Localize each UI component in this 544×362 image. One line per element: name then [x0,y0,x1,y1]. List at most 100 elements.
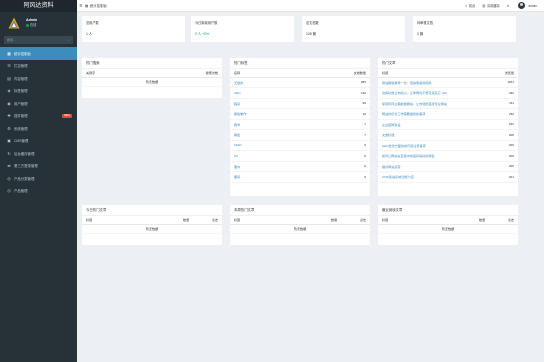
stat-value: 128 篇 [306,32,316,36]
table-row: 做好网站运营 205 [378,161,518,172]
tag-cell: 模板制作 [230,108,300,120]
sidebar-item[interactable]: ⇄ 第三方登录管理 [0,160,77,173]
table-row: 网站模板推荐一份，值得借鉴的使用 1181 [378,77,518,88]
tag-count: 128 [300,87,370,99]
logo-icon [8,17,20,29]
tag-link[interactable]: 程序 [234,102,240,106]
sidebar-search-input[interactable]: 搜索... [7,38,16,42]
sidebar-item[interactable]: ↻ 后台缓存管理 [0,147,77,160]
article-link[interactable]: 使用阿风达模板做网站，让你轻松搭建专业网站 [382,102,447,106]
article-link[interactable]: 网站的优化工作需要做到的事项 [382,112,425,116]
table-row: 如何让网站在百度中快速获得好的排名 205 [378,150,518,162]
article-views: 206 [491,140,518,151]
tag-count: 6 [300,140,370,151]
sidebar-item[interactable]: ✚ 插件管理 NEW [0,110,77,123]
article-views: 332 [491,87,518,99]
fullscreen-button[interactable]: ✕ [507,4,512,8]
table-row: 无敌的 289 [230,77,370,88]
search-icon[interactable]: ⌕ [68,38,70,42]
login-icon: ⇄ [7,163,11,169]
sidebar-item[interactable]: ◉ 用户管理 [0,97,77,110]
sidebar-item-label: 用户管理 [14,101,28,106]
dashboard-icon: ▦ [85,3,89,8]
article-link[interactable]: CMS建站系统功能介绍 [382,175,414,179]
tag-link[interactable]: 国内 [234,165,240,169]
table-row: SEO 128 [230,87,370,99]
sidebar-item-label: 内容管理 [14,76,28,81]
table-row: 文章标题 208 [378,129,518,141]
article-link[interactable]: 文章标题 [382,133,394,137]
article-views: 1181 [491,77,518,88]
sidebar-item-label: 产品分类管理 [14,176,35,181]
article-link[interactable]: 做好网站运营 [382,165,401,169]
article-link[interactable]: 企业官网建设 [382,123,401,127]
tag-count: 6 [300,171,370,183]
topbar-actions: ⌂ 前台 ▥ 清除缓存 ✕ admin [465,2,544,9]
article-link[interactable]: 如何让网站在百度中快速获得好的排名 [382,154,435,158]
empty-state: 暂无数据 [230,225,370,234]
brand-title[interactable]: 阿风达资料 [0,0,77,12]
tag-link[interactable]: 模板 [234,133,240,137]
tag-link[interactable]: PC [234,154,238,158]
empty-state: 暂无数据 [82,225,222,234]
sidebar-item[interactable]: ◎ 产品分类管理 [0,172,77,185]
article-views: 205 [491,150,518,162]
panel-title: 本周热门文章 [230,205,370,216]
today-articles-panel: 今日热门文章 标题 数量 点击 暂无数据 [82,205,222,245]
stat-value: 0 人 +0% [195,32,210,36]
user-menu[interactable]: admin [528,4,537,8]
article-cell: CMS建站系统功能介绍 [378,171,492,183]
sidebar-item[interactable]: ⚙ 系统管理 [0,122,77,135]
tag-link[interactable]: 无敌的 [234,81,243,85]
sidebar-item[interactable]: ◎ 产品管理 [0,185,77,198]
document-icon: ▤ [7,75,11,81]
sidebar-search[interactable]: 搜索... ⌕ [4,36,73,44]
hot-search-panel: 热门搜索 关键字 搜索次数 暂无数据 [82,58,222,98]
menu-toggle-icon[interactable]: ≡ [77,3,85,9]
list-icon: ☰ [7,63,11,69]
table-row: CMS建站系统功能介绍 201 [378,171,518,183]
avatar[interactable] [518,2,526,9]
home-link[interactable]: ⌂ 前台 [465,3,475,9]
table-row: 模板制作 18 [230,108,370,120]
panel-title: 最近阅读文章 [378,205,518,216]
article-link[interactable]: 网站模板推荐一份，值得借鉴的使用 [382,81,432,85]
column-header: 标题 [378,69,492,78]
sidebar: 阿风达资料 Admin 在线 搜索... ⌕ ▦ 统计控制台 ☰ 栏目管理 ▤ 内容管理 ◈… [0,0,77,362]
article-link[interactable]: SEO优化方面的技巧和注意事项 [382,144,426,148]
cms-icon: ▣ [7,138,11,144]
sidebar-item[interactable]: ▦ 统计控制台 [0,47,77,60]
hot-articles-panel: 热门文章 标题 浏览量 网站模板推荐一份，值得借鉴的使用 1181 这些功能让你感兴… [378,58,518,196]
article-cell: 文章标题 [378,129,492,141]
topbar: ≡ ▦ 统计控制台 ⌂ 前台 ▥ 清除缓存 ✕ admin [77,0,544,12]
hot-tags-table: 名称 文档数量 无敌的 289 SEO 128 程序 96 模板制作 18 教学 7 模板 7 bili… [230,69,370,183]
article-cell: 做好网站运营 [378,161,492,172]
sidebar-item-label: CMS管理 [14,139,29,144]
recent-reads-table: 标题 数量 点击 [378,216,518,225]
clear-cache-button[interactable]: ▥ 清除缓存 [482,3,500,9]
article-views: 201 [491,171,518,183]
sidebar-item[interactable]: ☰ 栏目管理 [0,60,77,73]
tag-link[interactable]: 教学 [234,123,240,127]
column-header: 标题 [230,216,327,225]
table-row: 国际 6 [230,171,370,183]
sidebar-item[interactable]: ◈ 标签管理 [0,85,77,98]
tag-link[interactable]: 国际 [234,175,240,179]
tag-link[interactable]: 模板制作 [234,112,246,116]
sidebar-item-label: 系统管理 [14,126,28,131]
tag-link[interactable]: SEO [234,91,241,95]
user-status-label: 在线 [30,23,37,27]
sidebar-item-label: 第三方登录管理 [14,164,38,169]
article-link[interactable]: 这些功能让你感兴，让你再也不想花钱买它 (16) [382,91,447,95]
sidebar-item[interactable]: ▣ CMS管理 [0,135,77,148]
sidebar-item-label: 产品管理 [14,189,28,194]
tag-link[interactable]: bilibili [234,143,242,147]
hot-tags-panel: 热门标签 名称 文档数量 无敌的 289 SEO 128 程序 96 模板制作 18 教学 7 模板… [230,58,370,196]
sidebar-item[interactable]: ▤ 内容管理 [0,72,77,85]
table-row: 国内 6 [230,161,370,172]
tag-cell: 模板 [230,129,300,141]
hot-search-table: 关键字 搜索次数 [82,69,222,78]
tag-cell: bilibili [230,140,300,151]
breadcrumb[interactable]: ▦ 统计控制台 [85,3,107,9]
sidebar-item-label: 插件管理 [14,114,28,119]
